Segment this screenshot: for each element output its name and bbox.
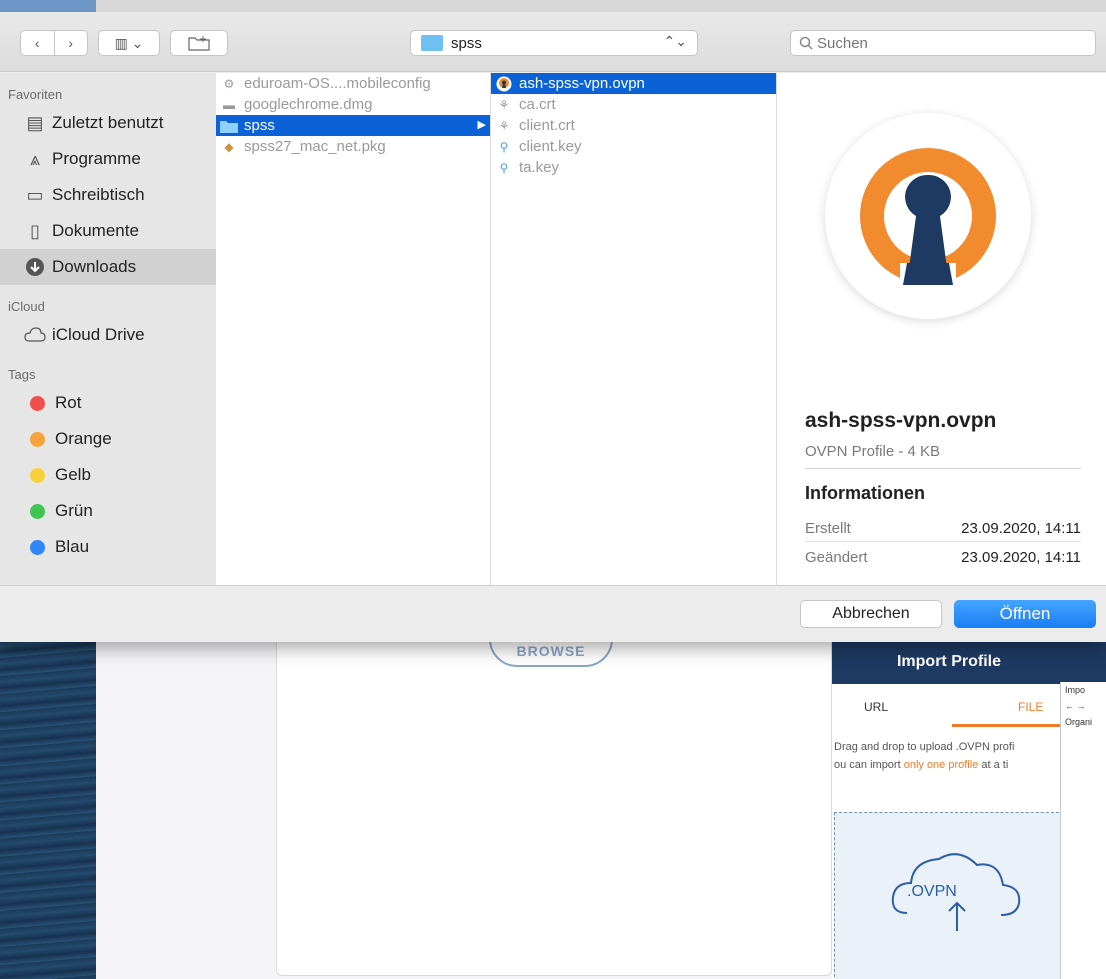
- browser-column-spss: ash-spss-vpn.ovpn ⚘ ca.crt ⚘ client.crt ⚲ c…: [491, 73, 777, 585]
- applications-icon: ⩓: [29, 148, 41, 169]
- sidebar-tag-orange[interactable]: Orange: [0, 421, 216, 457]
- sidebar: Favoriten ▤ Zuletzt benutzt ⩓ Programme …: [0, 73, 216, 585]
- folder-icon: [220, 118, 238, 134]
- recents-icon: ▤: [26, 112, 44, 133]
- sidebar-tag-blue[interactable]: Blau: [0, 529, 216, 565]
- nav-buttons: ‹ ›: [20, 30, 88, 56]
- browser-column-downloads: ⚙ eduroam-OS....mobileconfig ▬ googlechrom…: [216, 73, 491, 585]
- disk-image-icon: ▬: [223, 97, 235, 112]
- file-row[interactable]: ⚘ ca.crt: [491, 94, 776, 115]
- sidebar-item-downloads[interactable]: Downloads: [0, 249, 216, 285]
- search-field[interactable]: [790, 30, 1096, 56]
- file-row[interactable]: ⚲ client.key: [491, 136, 776, 157]
- key-file-icon: ⚲: [499, 160, 509, 175]
- sidebar-tag-yellow[interactable]: Gelb: [0, 457, 216, 493]
- view-mode-button[interactable]: ▥ ⌄: [98, 30, 160, 56]
- folder-icon: [421, 35, 443, 51]
- file-row[interactable]: ⚘ client.crt: [491, 115, 776, 136]
- created-row: Erstellt 23.09.2020, 14:11: [805, 520, 1081, 537]
- desktop-icon: ▭: [26, 184, 44, 205]
- package-icon: ◆: [224, 139, 234, 154]
- new-folder-button[interactable]: [170, 30, 228, 56]
- open-button[interactable]: Öffnen: [954, 600, 1096, 628]
- drag-drop-text: Drag and drop to upload .OVPN profi: [834, 741, 1015, 753]
- explorer-title: Impo: [1065, 685, 1086, 695]
- path-popup[interactable]: spss ⌃⌄: [410, 30, 698, 56]
- cloud-icon: [24, 324, 46, 346]
- key-file-icon: ⚲: [499, 139, 509, 154]
- tab-url[interactable]: URL: [864, 700, 888, 714]
- explorer-organize: Organi: [1065, 717, 1093, 727]
- sidebar-item-recents[interactable]: ▤ Zuletzt benutzt: [0, 105, 216, 141]
- sidebar-item-documents[interactable]: ▯ Dokumente: [0, 213, 216, 249]
- sidebar-item-desktop[interactable]: ▭ Schreibtisch: [0, 177, 216, 213]
- tag-dot-icon: [30, 395, 45, 411]
- explorer-nav: ← →: [1065, 701, 1086, 711]
- favorites-heading: Favoriten: [8, 87, 63, 102]
- file-row[interactable]: ⚙ eduroam-OS....mobileconfig: [216, 73, 490, 94]
- folder-row-selected[interactable]: spss ▶: [216, 115, 490, 136]
- columns-view-icon: ▥ ⌄: [114, 34, 144, 51]
- tab-indicator: [952, 724, 1062, 727]
- import-limit-highlight: only one profile: [903, 759, 979, 771]
- updown-chevron-icon: ⌃⌄: [663, 33, 687, 49]
- path-label: spss: [451, 34, 482, 52]
- preview-filename: ash-spss-vpn.ovpn: [805, 409, 997, 432]
- icloud-heading: iCloud: [8, 299, 45, 314]
- search-icon: [799, 36, 813, 50]
- sidebar-tag-red[interactable]: Rot: [0, 385, 216, 421]
- file-row-selected[interactable]: ash-spss-vpn.ovpn: [491, 73, 776, 94]
- file-row[interactable]: ⚲ ta.key: [491, 157, 776, 178]
- window-top-strip: [0, 0, 1106, 12]
- divider: [805, 541, 1081, 542]
- preview-kind-size: OVPN Profile - 4 KB: [805, 443, 941, 460]
- file-row[interactable]: ▬ googlechrome.dmg: [216, 94, 490, 115]
- tab-file[interactable]: FILE: [1018, 700, 1043, 714]
- tag-dot-icon: [30, 431, 45, 447]
- dialog-toolbar: ‹ › ▥ ⌄ spss ⌃⌄: [0, 12, 1106, 72]
- config-file-icon: ⚙: [223, 76, 235, 91]
- info-heading: Informationen: [805, 483, 925, 503]
- search-input[interactable]: [817, 34, 1077, 52]
- file-row[interactable]: ◆ spss27_mac_net.pkg: [216, 136, 490, 157]
- sidebar-item-applications[interactable]: ⩓ Programme: [0, 141, 216, 177]
- openvpn-icon: [495, 76, 513, 92]
- import-instructions: Drag and drop to upload .OVPN profi ou c…: [832, 728, 1058, 774]
- back-button[interactable]: ‹: [21, 31, 55, 55]
- tag-dot-icon: [30, 539, 45, 555]
- dialog-footer: Abbrechen Öffnen: [0, 585, 1106, 642]
- modified-row: Geändert 23.09.2020, 14:11: [805, 549, 1081, 566]
- tag-dot-icon: [30, 467, 45, 483]
- openvpn-large-icon: [825, 113, 1031, 319]
- open-file-dialog: ‹ › ▥ ⌄ spss ⌃⌄ Favoriten ▤ Zuletzt benu…: [0, 0, 1106, 642]
- certificate-icon: ⚘: [498, 118, 510, 133]
- new-folder-icon: [188, 36, 210, 51]
- preview-pane: ash-spss-vpn.ovpn OVPN Profile - 4 KB In…: [777, 73, 1106, 585]
- tag-dot-icon: [30, 503, 45, 519]
- import-profile-title: Import Profile: [832, 640, 1106, 684]
- ovpn-label: .OVPN: [907, 883, 957, 900]
- ovpn-dropzone[interactable]: .OVPN: [834, 812, 1064, 979]
- forward-button[interactable]: ›: [55, 31, 88, 55]
- divider: [805, 468, 1081, 469]
- background-card: BROWSE: [276, 611, 832, 976]
- desktop-wallpaper: [0, 640, 96, 979]
- documents-icon: ▯: [30, 220, 40, 241]
- sidebar-item-icloud-drive[interactable]: iCloud Drive: [0, 317, 216, 353]
- import-limit-text: ou can import only one profile at a ti: [834, 759, 1009, 771]
- sidebar-tag-green[interactable]: Grün: [0, 493, 216, 529]
- cancel-button[interactable]: Abbrechen: [800, 600, 942, 628]
- tags-heading: Tags: [8, 367, 36, 382]
- certificate-icon: ⚘: [498, 97, 510, 112]
- disclosure-arrow-icon: ▶: [477, 119, 486, 131]
- downloads-icon: [24, 256, 46, 278]
- windows-explorer-window: Impo ← → Organi: [1060, 682, 1106, 979]
